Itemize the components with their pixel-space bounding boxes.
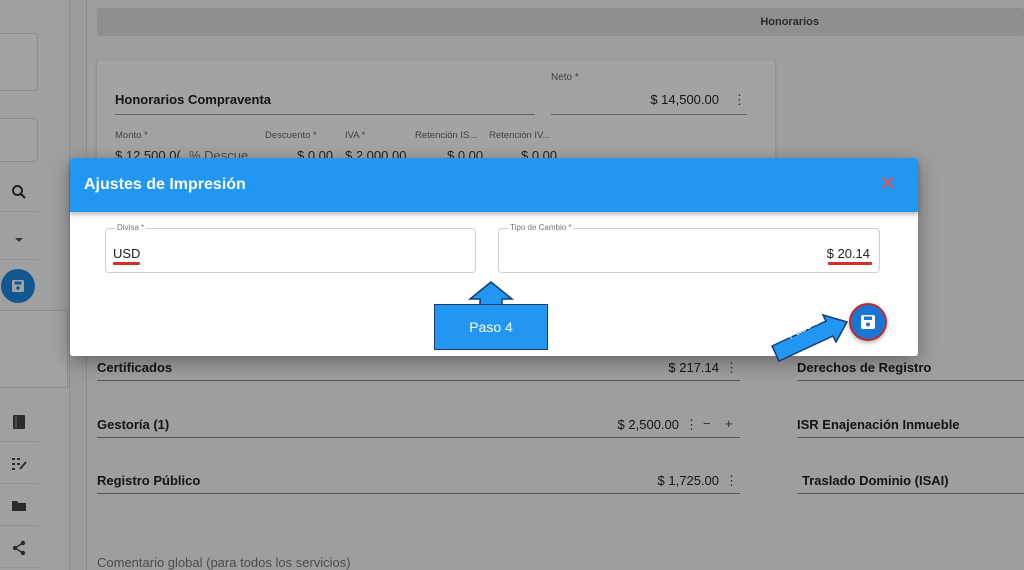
tipo-cambio-highlight-mark — [828, 262, 872, 265]
step4-callout: Paso 4 — [434, 281, 548, 351]
dialog-save-button[interactable] — [849, 303, 887, 341]
close-icon[interactable]: ✕ — [878, 174, 898, 194]
dialog-header: Ajustes de Impresión ✕ — [70, 158, 918, 212]
save-icon — [861, 315, 875, 329]
divisa-highlight-mark — [113, 262, 140, 265]
tipo-cambio-label: Tipo de Cambio * — [508, 223, 574, 232]
tipo-cambio-input[interactable] — [506, 246, 870, 261]
step4-label: Paso 4 — [434, 304, 548, 350]
step5-callout: Paso 5 — [770, 312, 850, 364]
divisa-label: Divisa * — [115, 223, 147, 232]
dialog-title: Ajustes de Impresión — [84, 176, 246, 193]
divisa-input[interactable] — [113, 246, 466, 261]
divisa-field[interactable]: Divisa * — [105, 223, 476, 273]
tipo-cambio-field[interactable]: Tipo de Cambio * — [498, 223, 880, 273]
